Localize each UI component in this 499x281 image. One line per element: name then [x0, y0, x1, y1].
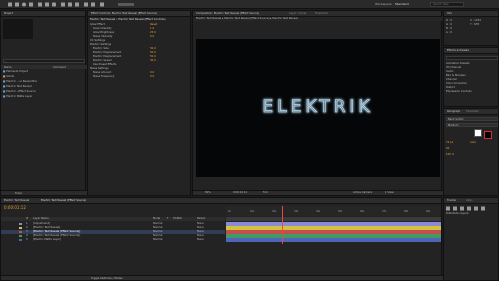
playhead[interactable] — [282, 206, 283, 244]
layer-color-swatch — [19, 227, 22, 229]
view-select[interactable]: Active Camera — [353, 191, 372, 195]
breadcrumb-item[interactable]: Electric Text Reveal — [272, 17, 297, 20]
tab-composition[interactable]: Composition: Electric Text Reveal (Effec… — [196, 12, 259, 16]
zoom-select[interactable]: 50% — [205, 191, 211, 195]
font-family-select[interactable]: Bank Gothic — [446, 117, 498, 121]
tab-character[interactable]: Character — [466, 110, 479, 114]
timeline-columns: # Layer Name Mode T TrkMat Parent — [1, 217, 225, 221]
workspace-label: Workspace: — [375, 2, 393, 6]
project-footer: 8 bpc — [1, 190, 87, 195]
character-panel: Paragraph Character Bank Gothic Medium 7… — [443, 108, 499, 196]
tab-project[interactable]: Project — [4, 12, 13, 16]
toggle-switches-modes[interactable]: Toggle Switches / Modes — [91, 277, 123, 280]
composition-footer: 50% 0:00:01:12 Full Active Camera 1 View — [193, 190, 443, 195]
align-icons[interactable] — [446, 206, 498, 211]
scale-field[interactable]: 100 % — [446, 153, 496, 157]
breadcrumb-item[interactable]: Electric Text Reveal — [196, 17, 221, 20]
leading-field[interactable]: Auto — [470, 141, 496, 145]
distribute-label: Distribute Layers: — [446, 212, 470, 215]
list-item[interactable]: ■ Solids — [3, 75, 83, 79]
list-item[interactable]: ■ Electric Matte Layer — [3, 95, 83, 99]
project-search-input[interactable]: ⌕ — [3, 59, 85, 64]
composition-panel: Composition: Electric Text Reveal (Effec… — [192, 10, 443, 196]
info-coord: Y : 678 — [470, 23, 480, 26]
breadcrumb: Electric Text Reveal ▸ Electric Text Rev… — [193, 17, 443, 21]
timecode-display[interactable]: 0:00:01:12 — [233, 191, 247, 195]
project-thumbnail — [3, 19, 33, 39]
project-columns: Name Comment — [1, 65, 87, 69]
tab-tracker[interactable]: Tracker — [447, 199, 456, 203]
timeline-timecode[interactable]: 0:00:01:12 — [4, 205, 26, 210]
tab-effects-presets[interactable]: Effects & Presets — [447, 49, 469, 53]
toolbar-tools-icon[interactable] — [8, 2, 168, 7]
breadcrumb-item[interactable]: Electric Text Reveal (Effect Source) — [224, 17, 269, 20]
search-icon: ⌕ — [5, 59, 7, 64]
tab-align[interactable]: Align — [466, 199, 473, 203]
top-toolbar: Workspace: Standard Search Help — [0, 0, 499, 9]
layer-color-swatch — [19, 235, 22, 237]
work-area-bar[interactable] — [226, 217, 441, 221]
info-readout: A : 0 — [446, 31, 452, 34]
effects-search-input[interactable] — [446, 56, 498, 60]
time-ruler[interactable]: 0s 01s 02s 03s 04s 05s 06s 07s 08s 09s — [226, 206, 441, 216]
tab-layer[interactable]: Layer: (none) — [289, 12, 306, 16]
tab-timeline[interactable]: Electric Text Reveal (Effect Source) — [41, 199, 86, 203]
stroke-swatch[interactable] — [484, 131, 492, 139]
layer-bar[interactable] — [226, 238, 441, 242]
tracking-field[interactable]: 50 — [446, 147, 496, 151]
list-item[interactable]: ■ Electric...Effect Source — [3, 90, 83, 94]
timeline-footer: Toggle Switches / Modes — [1, 275, 443, 280]
list-item[interactable]: ■ Electric ...ur Reveal Box — [3, 80, 83, 84]
font-style-select[interactable]: Medium — [446, 123, 498, 127]
search-help-field[interactable]: Search Help — [430, 1, 464, 7]
effect-controls-header: Electric Text Reveal • Electric Text Rev… — [90, 18, 166, 21]
views-select[interactable]: 1 View — [385, 191, 394, 195]
effect-controls-panel: Effect Controls: Electric Text Reveal (E… — [87, 10, 191, 196]
list-item[interactable]: Expression Controls — [446, 90, 496, 94]
viewer-title-text: ELEKTRIK — [262, 97, 373, 117]
resolution-select[interactable]: Full — [263, 191, 267, 195]
tab-timeline[interactable]: Electric Text Reveal — [4, 199, 29, 203]
column-comment[interactable]: Comment — [53, 66, 66, 69]
search-help-placeholder: Search Help — [433, 3, 449, 6]
composition-viewer[interactable]: ELEKTRIK — [196, 39, 440, 177]
layer-color-swatch — [19, 223, 22, 225]
table-row[interactable]: 5 [Electric Matte Layer] Normal None — [1, 238, 225, 242]
list-item[interactable]: ■ Elements Project — [3, 70, 83, 74]
layer-color-swatch — [19, 239, 22, 241]
effect-row[interactable]: Noise Frequency 0.0 — [90, 75, 188, 79]
effects-presets-panel: Effects & Presets Animation Presets 3D C… — [443, 47, 499, 107]
layer-color-swatch — [19, 231, 22, 233]
tab-effect-controls[interactable]: Effect Controls: Electric Text Reveal (E… — [91, 12, 157, 16]
align-buttons-icon[interactable] — [446, 206, 498, 211]
workspace-select[interactable]: Standard — [395, 2, 409, 6]
tool-icons[interactable] — [8, 2, 168, 7]
fill-swatch[interactable] — [474, 129, 482, 137]
tab-flowchart[interactable]: Flowchart — [315, 12, 328, 16]
electric-text-render: ELEKTRIK — [262, 97, 373, 118]
info-panel: Info R : 0 G : 0 B : 0 A : 0 X : 1234 Y … — [443, 10, 499, 46]
list-item[interactable]: ■ Electric Text Reveal — [3, 85, 83, 89]
timeline-panel: Electric Text Reveal Electric Text Revea… — [0, 197, 443, 281]
bpc-label[interactable]: 8 bpc — [15, 192, 22, 195]
tracker-panel: Tracker Align Distribute Layers: — [443, 197, 499, 281]
column-name[interactable]: Name — [4, 66, 12, 69]
tab-info[interactable]: Info — [447, 12, 452, 16]
tab-paragraph[interactable]: Paragraph — [447, 110, 460, 114]
project-panel: Project ⌕ Name Comment ■ Elements Projec… — [0, 10, 87, 196]
